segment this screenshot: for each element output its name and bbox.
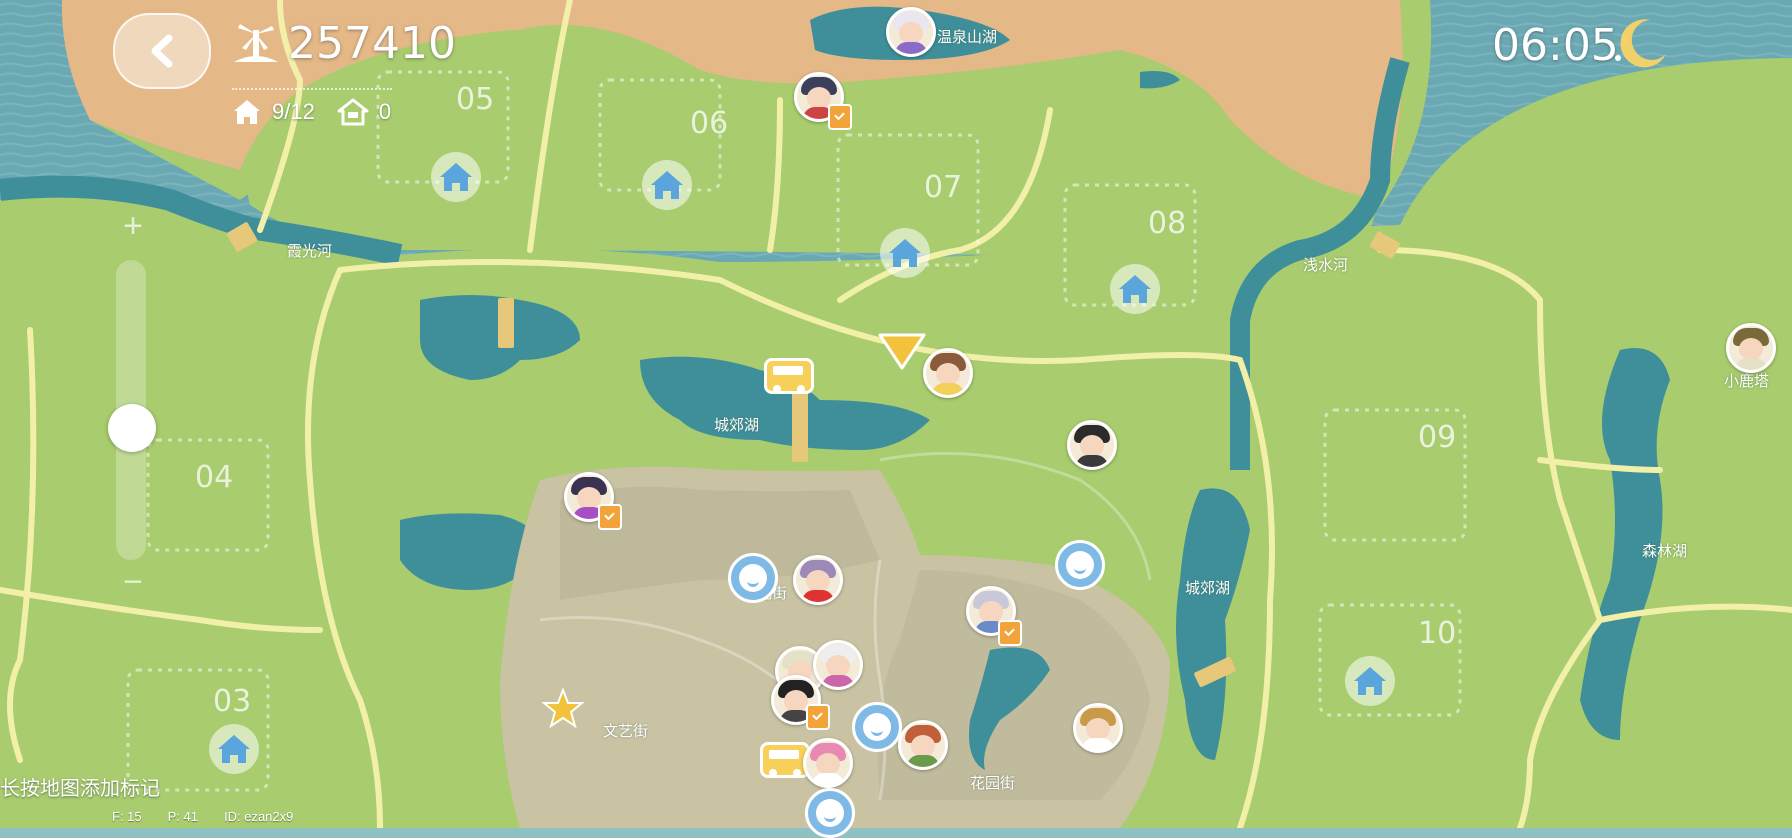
plot-number: 05 [456, 82, 495, 117]
house-count: 9/12 [272, 99, 315, 124]
hud-divider [232, 88, 392, 90]
plot-number: 10 [1418, 616, 1457, 651]
debug-id: ID: ezan2x9 [223, 809, 294, 824]
home-other-count: 0 [378, 99, 392, 124]
label-xiaguang-river: 霞光河 [287, 242, 333, 260]
house-icon [234, 100, 260, 124]
coin-counter: 257410 [232, 18, 456, 69]
zoom-in-button[interactable]: + [118, 209, 148, 243]
npc-icon[interactable] [728, 553, 778, 603]
star-icon[interactable] [542, 688, 584, 728]
home-outline-icon [337, 98, 369, 126]
villager-avatar[interactable] [1067, 420, 1117, 470]
plot-number: 03 [213, 684, 252, 719]
debug-info: F: 15 P: 41 ID: ezan2x9 [112, 809, 293, 824]
label-qianshui-river: 浅水河 [1303, 256, 1349, 274]
bus-icon[interactable] [764, 358, 814, 394]
npc-icon[interactable] [805, 788, 855, 838]
debug-f: F: 15 [112, 809, 142, 824]
plot-number: 07 [924, 170, 963, 205]
npc-icon[interactable] [852, 702, 902, 752]
label-forest-lake: 森林湖 [1642, 542, 1688, 560]
zoom-out-button[interactable]: − [118, 565, 148, 599]
label-huayuan-street: 花园街 [970, 774, 1016, 792]
label-wenyi-street: 文艺街 [603, 722, 649, 740]
house-icon[interactable] [642, 160, 692, 210]
zoom-slider[interactable]: + − [108, 209, 158, 602]
villager-avatar[interactable] [1726, 323, 1776, 373]
coin-value: 257410 [288, 18, 456, 69]
plot-number: 08 [1148, 206, 1187, 241]
task-badge-icon [828, 104, 852, 130]
task-badge-icon [806, 704, 830, 730]
task-badge-icon [998, 620, 1022, 646]
plot-number: 09 [1418, 420, 1457, 455]
villager-avatar[interactable] [813, 640, 863, 690]
label-suburb-lake-1: 城郊湖 [714, 416, 760, 434]
villager-avatar[interactable] [898, 720, 948, 770]
villager-avatar[interactable] [886, 7, 936, 57]
house-icon[interactable] [1110, 264, 1160, 314]
back-button[interactable] [113, 13, 211, 89]
hint-text: 长按地图添加标记 [0, 776, 160, 800]
house-icon[interactable] [1345, 656, 1395, 706]
debug-p: P: 41 [167, 809, 198, 824]
villager-avatar[interactable] [803, 738, 853, 788]
task-badge-icon [598, 504, 622, 530]
game-clock: 06:05 [1492, 20, 1619, 71]
villager-avatar[interactable] [793, 555, 843, 605]
zoom-thumb[interactable] [108, 404, 156, 452]
windmill-icon [234, 23, 278, 62]
chevron-left-icon [151, 34, 173, 68]
label-hot-spring-lake: 温泉山湖 [937, 28, 998, 46]
npc-icon[interactable] [1055, 540, 1105, 590]
triangle-marker-icon[interactable] [877, 332, 927, 372]
villager-avatar[interactable] [923, 348, 973, 398]
plot-number: 06 [690, 106, 729, 141]
moon-icon [1615, 19, 1666, 68]
house-stats: 9/12 0 [232, 98, 391, 126]
house-icon[interactable] [880, 228, 930, 278]
villager-avatar[interactable] [1073, 703, 1123, 753]
label-suburb-lake-2: 城郊湖 [1185, 579, 1231, 597]
house-icon[interactable] [431, 152, 481, 202]
label-xiaolu-tower: 小鹿塔 [1724, 372, 1770, 390]
plot-number: 04 [195, 460, 234, 495]
house-icon[interactable] [209, 724, 259, 774]
